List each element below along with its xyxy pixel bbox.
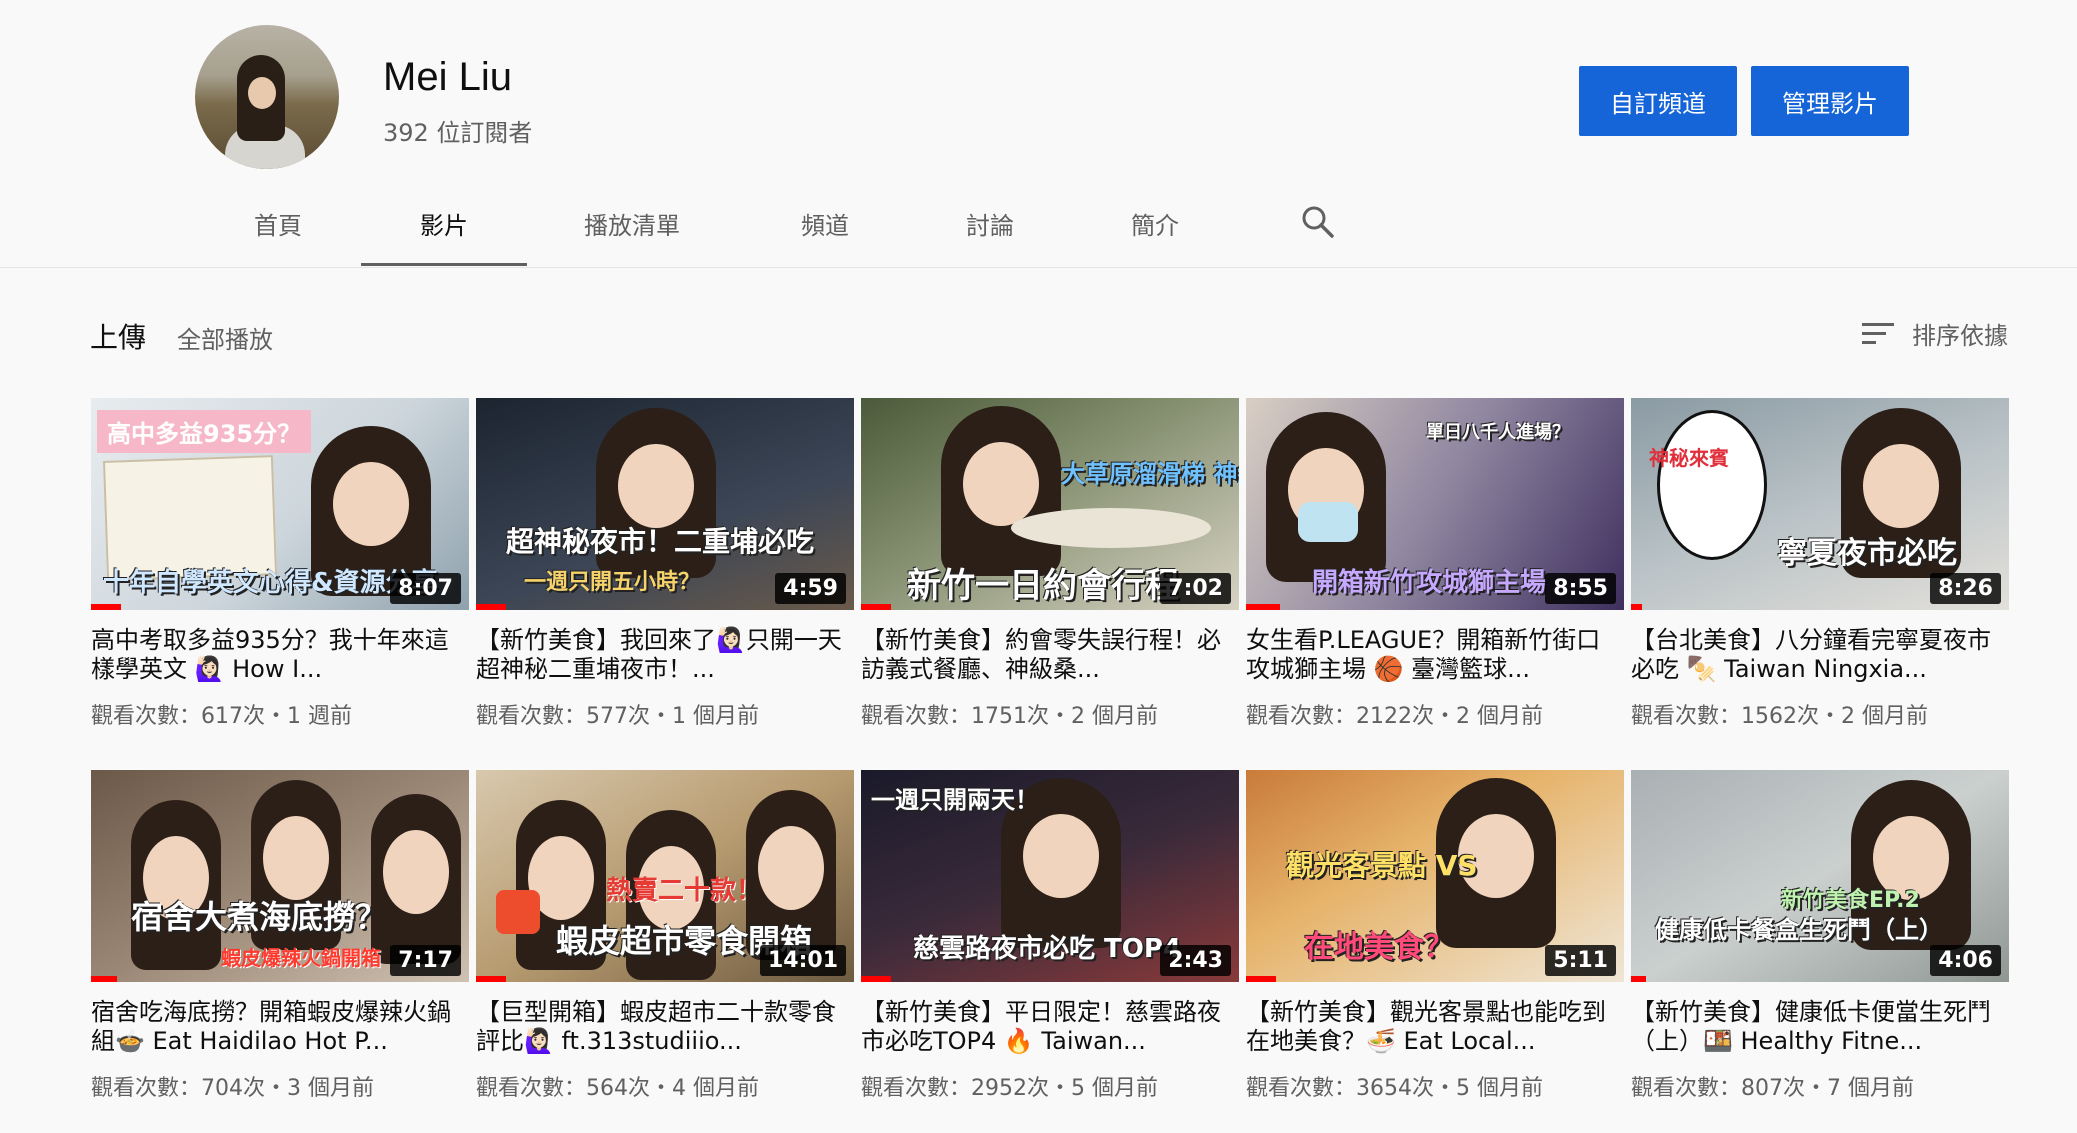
video-thumbnail[interactable]: 新竹美食EP.2 健康低卡餐盒生死鬥（上） 4:06 (1631, 770, 2009, 982)
thumbnail-caption: 新竹一日約會行程 (907, 566, 1179, 606)
video-title[interactable]: 【新竹美食】健康低卡便當生死鬥（上）🍱 Healthy Fitne... (1631, 998, 2009, 1056)
thumbnail-caption: 開箱新竹攻城獅主場 (1312, 568, 1547, 598)
customize-channel-button[interactable]: 自訂頻道 (1579, 66, 1737, 136)
video-duration: 8:07 (390, 573, 461, 604)
video-card[interactable]: 大草原溜滑梯 神級桑椹冰 新竹一日約會行程 7:02 【新竹美食】約會零失誤行程… (861, 398, 1239, 730)
video-thumbnail[interactable]: 熱賣二十款！ 蝦皮超市零食開箱 14:01 (476, 770, 854, 982)
watch-progress (91, 604, 122, 610)
thumbnail-tag: 高中多益935分？ (97, 410, 312, 453)
watch-progress (91, 976, 118, 982)
channel-name: Mei Liu (383, 55, 512, 99)
video-duration: 7:02 (1160, 573, 1231, 604)
video-meta: 觀看次數：2122次・2 個月前 (1246, 704, 1543, 729)
thumbnail-tag: 大草原溜滑梯 神級桑椹冰 (1061, 460, 1239, 488)
tab-discussion[interactable]: 討論 (966, 206, 1014, 266)
play-all-link[interactable]: 全部播放 (177, 320, 273, 355)
video-card[interactable]: 超神秘夜市！二重埔必吃 一週只開五小時？ 4:59 【新竹美食】我回來了🙋🏻‍♀… (476, 398, 854, 730)
video-thumbnail[interactable]: 宿舍大煮海底撈？ 蝦皮爆辣火鍋開箱 7:17 (91, 770, 469, 982)
video-duration: 8:26 (1930, 573, 2001, 604)
video-duration: 2:43 (1160, 945, 1231, 976)
tab-home[interactable]: 首頁 (254, 206, 302, 266)
uploads-title: 上傳 (90, 321, 147, 354)
watch-progress (861, 604, 892, 610)
watch-progress (476, 604, 507, 610)
tab-playlists[interactable]: 播放清單 (584, 206, 680, 266)
video-title[interactable]: 高中考取多益935分？我十年來這樣學英文 🙋🏻‍♀️ How I... (91, 626, 469, 684)
thumbnail-tag: 蝦皮爆辣火鍋開箱 (221, 946, 381, 970)
tab-videos[interactable]: 影片 (361, 206, 527, 266)
tab-about[interactable]: 簡介 (1131, 206, 1179, 266)
thumbnail-caption: 在地美食？ (1304, 930, 1454, 965)
watch-progress (476, 976, 507, 982)
channel-header: Mei Liu 392 位訂閱者 自訂頻道 管理影片 首頁 影片 播放清單 頻道… (0, 0, 2077, 268)
video-title[interactable]: 【新竹美食】平日限定！慈雲路夜市必吃TOP4 🔥 Taiwan... (861, 998, 1239, 1056)
thumbnail-tag: 一週只開五小時？ (524, 570, 701, 595)
video-thumbnail[interactable]: 神秘來賓 寧夏夜市必吃 8:26 (1631, 398, 2009, 610)
thumbnail-caption: 寧夏夜市必吃 (1777, 536, 1957, 571)
video-thumbnail[interactable]: 超神秘夜市！二重埔必吃 一週只開五小時？ 4:59 (476, 398, 854, 610)
video-meta: 觀看次數：1751次・2 個月前 (861, 704, 1158, 729)
video-meta: 觀看次數：3654次・5 個月前 (1246, 1076, 1543, 1101)
video-thumbnail[interactable]: 觀光客景點 VS 在地美食？ 5:11 (1246, 770, 1624, 982)
video-duration: 8:55 (1545, 573, 1616, 604)
tab-channels[interactable]: 頻道 (801, 206, 849, 266)
video-card[interactable]: 新竹美食EP.2 健康低卡餐盒生死鬥（上） 4:06 【新竹美食】健康低卡便當生… (1631, 770, 2009, 1102)
video-duration: 4:06 (1930, 945, 2001, 976)
video-card[interactable]: 高中多益935分？ 十年自學英文心得&資源分享 8:07 高中考取多益935分？… (91, 398, 469, 730)
video-title[interactable]: 女生看P.LEAGUE？開箱新竹街口攻城獅主場 🏀 臺灣籃球... (1246, 626, 1624, 684)
video-thumbnail[interactable]: 單日八千人進場？ 開箱新竹攻城獅主場 8:55 (1246, 398, 1624, 610)
video-duration: 7:17 (390, 945, 461, 976)
video-card[interactable]: 宿舍大煮海底撈？ 蝦皮爆辣火鍋開箱 7:17 宿舍吃海底撈？開箱蝦皮爆辣火鍋組🍲… (91, 770, 469, 1102)
video-card[interactable]: 觀光客景點 VS 在地美食？ 5:11 【新竹美食】觀光客景點也能吃到在地美食？… (1246, 770, 1624, 1102)
video-card[interactable]: 一週只開兩天！ 慈雲路夜市必吃 TOP4 2:43 【新竹美食】平日限定！慈雲路… (861, 770, 1239, 1102)
sort-button[interactable]: 排序依據 (1860, 316, 2008, 351)
thumbnail-caption: 健康低卡餐盒生死鬥（上） (1655, 916, 1943, 944)
video-thumbnail[interactable]: 一週只開兩天！ 慈雲路夜市必吃 TOP4 2:43 (861, 770, 1239, 982)
video-meta: 觀看次數：1562次・2 個月前 (1631, 704, 1928, 729)
thumbnail-caption: 超神秘夜市！二重埔必吃 (506, 525, 815, 558)
video-card[interactable]: 熱賣二十款！ 蝦皮超市零食開箱 14:01 【巨型開箱】蝦皮超市二十款零食評比🙋… (476, 770, 854, 1102)
video-title[interactable]: 【巨型開箱】蝦皮超市二十款零食評比🙋🏻‍♀️ ft.313studiiio... (476, 998, 854, 1056)
thumbnail-caption: 慈雲路夜市必吃 TOP4 (913, 934, 1182, 964)
video-title[interactable]: 【台北美食】八分鐘看完寧夏夜市必吃 🍢 Taiwan Ningxia... (1631, 626, 2009, 684)
video-duration: 4:59 (775, 573, 846, 604)
video-meta: 觀看次數：2952次・5 個月前 (861, 1076, 1158, 1101)
video-duration: 5:11 (1545, 945, 1616, 976)
video-card[interactable]: 神秘來賓 寧夏夜市必吃 8:26 【台北美食】八分鐘看完寧夏夜市必吃 🍢 Tai… (1631, 398, 2009, 730)
watch-progress (861, 976, 892, 982)
thumbnail-tag: 神秘來賓 (1649, 446, 1729, 470)
search-icon[interactable] (1300, 204, 1336, 240)
video-meta: 觀看次數：577次・1 個月前 (476, 704, 759, 729)
video-meta: 觀看次數：564次・4 個月前 (476, 1076, 759, 1101)
video-title[interactable]: 【新竹美食】約會零失誤行程！必訪義式餐廳、神級桑... (861, 626, 1239, 684)
video-meta: 觀看次數：704次・3 個月前 (91, 1076, 374, 1101)
video-meta: 觀看次數：807次・7 個月前 (1631, 1076, 1914, 1101)
thumbnail-tag: 觀光客景點 VS (1286, 849, 1478, 882)
watch-progress (1631, 604, 1643, 610)
video-meta: 觀看次數：617次・1 週前 (91, 704, 352, 729)
sort-label: 排序依據 (1912, 322, 2008, 350)
watch-progress (1246, 604, 1281, 610)
watch-progress (1246, 976, 1277, 982)
video-thumbnail[interactable]: 大草原溜滑梯 神級桑椹冰 新竹一日約會行程 7:02 (861, 398, 1239, 610)
manage-videos-button[interactable]: 管理影片 (1751, 66, 1909, 136)
thumbnail-tag: 熱賣二十款！ (606, 876, 763, 906)
thumbnail-tag: 單日八千人進場？ (1426, 422, 1570, 443)
video-title[interactable]: 【新竹美食】我回來了🙋🏻‍♀️只開一天超神秘二重埔夜市！... (476, 626, 854, 684)
subscriber-count: 392 位訂閱者 (383, 119, 533, 147)
channel-avatar[interactable] (195, 25, 339, 169)
thumbnail-tag: 一週只開兩天！ (871, 786, 1039, 814)
thumbnail-caption: 十年自學英文心得&資源分享 (103, 568, 438, 598)
video-thumbnail[interactable]: 高中多益935分？ 十年自學英文心得&資源分享 8:07 (91, 398, 469, 610)
video-card[interactable]: 單日八千人進場？ 開箱新竹攻城獅主場 8:55 女生看P.LEAGUE？開箱新竹… (1246, 398, 1624, 730)
video-title[interactable]: 宿舍吃海底撈？開箱蝦皮爆辣火鍋組🍲 Eat Haidilao Hot P... (91, 998, 469, 1056)
watch-progress (1631, 976, 1647, 982)
video-title[interactable]: 【新竹美食】觀光客景點也能吃到在地美食？🍜 Eat Local... (1246, 998, 1624, 1056)
video-duration: 14:01 (759, 945, 846, 976)
thumbnail-caption: 宿舍大煮海底撈？ (131, 898, 388, 936)
sort-icon (1860, 320, 1896, 348)
